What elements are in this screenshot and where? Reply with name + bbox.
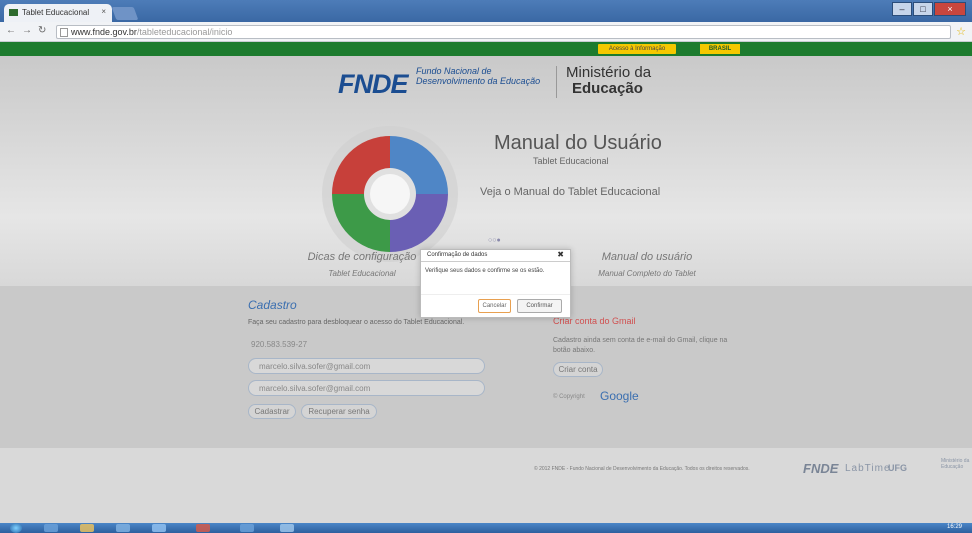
manual-cta-link[interactable]: Veja o Manual do Tablet Educacional [480,186,660,198]
reload-icon[interactable]: ↻ [38,25,46,36]
quick-link-subtitle: Tablet Educacional [328,269,396,278]
cadastrar-button[interactable]: Cadastrar [248,404,296,419]
app-icon[interactable] [152,524,166,532]
app-icon[interactable] [240,524,254,532]
footer: © 2012 FNDE - Fundo Nacional de Desenvol… [0,448,972,523]
page-icon [60,28,68,37]
confirmation-modal: Confirmação de dados ✖ Verifique seus da… [420,249,571,318]
acesso-informacao-link[interactable]: Acesso à Informação [598,44,676,54]
chrome-icon[interactable] [196,524,210,532]
footer-fnde-logo[interactable]: FNDE [803,461,838,476]
favicon-icon [9,9,18,16]
tab-close-icon[interactable]: × [101,7,106,16]
gmail-text: Cadastro ainda sem conta de e-mail do Gm… [553,337,728,354]
ministerio-line1: Ministério da [566,64,652,81]
modal-footer: Cancelar Confirmar [421,294,570,318]
fnde-line2: Desenvolvimento da Educação [416,76,541,86]
window-close-button[interactable]: × [934,2,966,16]
browser-titlebar: Tablet Educacional × – □ × [0,0,972,22]
recuperar-senha-button[interactable]: Recuperar senha [301,404,377,419]
ie-icon[interactable] [44,524,58,532]
browser-tab[interactable]: Tablet Educacional × [4,4,112,22]
gov-bar: Acesso à Informação BRASIL [0,42,972,56]
quick-link-title: Dicas de configuração [307,251,417,263]
fnde-logo-subtitle: Fundo Nacional de Desenvolvimento da Edu… [416,66,540,86]
cadastro-title: Cadastro [248,298,297,312]
google-copyright: © Copyright [553,394,585,400]
manual-subtitle: Tablet Educacional [533,156,609,166]
taskbar-clock: 16:29 [946,524,962,530]
footer-labtime-logo[interactable]: LabTime [845,463,891,474]
brasil-link[interactable]: BRASIL [700,44,740,54]
fnde-logo[interactable]: FNDE [338,69,408,100]
maximize-button[interactable]: □ [913,2,933,16]
footer-ministerio-logo[interactable]: Ministério da Educação [941,458,971,470]
bookmark-star-icon[interactable]: ☆ [956,25,966,38]
explorer-icon[interactable] [80,524,94,532]
cpf-field[interactable]: 920.583.539-27 [248,336,485,352]
modal-title: Confirmação de dados [427,252,488,258]
tab-title: Tablet Educacional [22,8,90,17]
cancel-button[interactable]: Cancelar [478,299,511,313]
forward-arrow-icon[interactable]: → [22,25,32,36]
quick-link-subtitle: Manual Completo do Tablet [598,269,696,278]
ministerio-line2: Educação [572,80,643,97]
manual-title[interactable]: Manual do Usuário [494,132,662,155]
url-domain: www.fnde.gov.br [71,27,137,37]
browser-toolbar: ← → ↻ www.fnde.gov.br/tableteducacional/… [0,22,972,42]
confirm-button[interactable]: Confirmar [517,299,562,313]
windows-taskbar: 16:29 [0,523,972,533]
footer-copyright: © 2012 FNDE - Fundo Nacional de Desenvol… [534,466,750,472]
email-field[interactable]: marcelo.silva.sofer@gmail.com [248,358,485,374]
criar-conta-button[interactable]: Criar conta [553,362,603,377]
start-button[interactable] [10,523,22,533]
window-controls: – □ × [891,2,966,16]
quick-link-title: Manual do usuário [601,251,693,263]
modal-body: Verifique seus dados e confirme se os es… [425,268,545,274]
media-icon[interactable] [116,524,130,532]
email-confirm-field[interactable]: marcelo.silva.sofer@gmail.com [248,380,485,396]
address-bar[interactable]: www.fnde.gov.br/tableteducacional/inicio [56,25,951,39]
modal-header: Confirmação de dados ✖ [421,250,570,262]
quick-link-manual[interactable]: Manual do usuário Manual Completo do Tab… [572,251,722,278]
tablet-wheel-graphic [322,126,458,262]
logo-divider [556,66,557,98]
back-arrow-icon[interactable]: ← [6,25,16,36]
quick-link-dicas[interactable]: Dicas de configuração Tablet Educacional [287,251,437,278]
google-logo: Google [600,389,639,403]
carousel-dots[interactable]: ○○● [488,237,501,244]
app-icon[interactable] [280,524,294,532]
footer-ufg-logo[interactable]: UFG [888,463,907,473]
modal-close-icon[interactable]: ✖ [557,250,564,259]
url-path: /tableteducacional/inicio [136,27,233,37]
new-tab-button[interactable] [111,7,139,20]
fnde-line1: Fundo Nacional de [416,66,492,76]
minimize-button[interactable]: – [892,2,912,16]
cadastro-description: Faça seu cadastro para desbloquear o ace… [248,319,465,326]
